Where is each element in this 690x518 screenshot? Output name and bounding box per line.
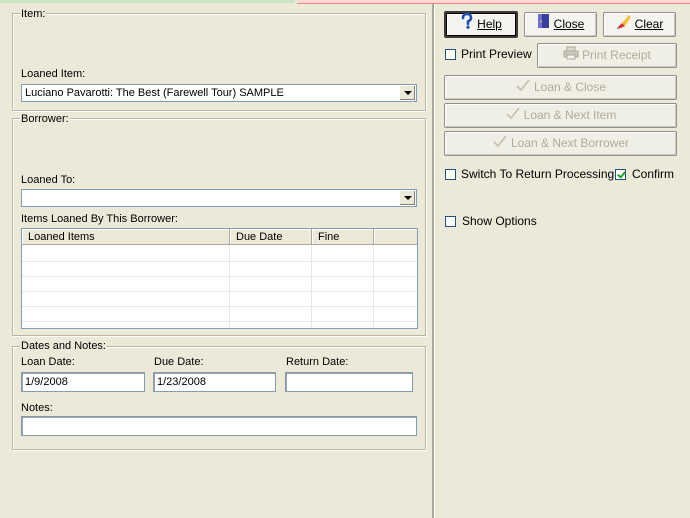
top-status-strip: [0, 0, 690, 4]
items-loaned-label: Items Loaned By This Borrower:: [21, 213, 178, 225]
loan-next-borrower-button[interactable]: Loan & Next Borrower: [444, 131, 677, 156]
chevron-down-icon[interactable]: [399, 86, 415, 100]
borrower-group-title: Borrower:: [20, 113, 70, 125]
loaned-item-label: Loaned Item:: [21, 68, 86, 80]
dates-notes-group-title: Dates and Notes:: [20, 340, 107, 352]
loaned-to-label: Loaned To:: [21, 174, 76, 186]
switch-return-label: Switch To Return Processing: [461, 167, 615, 181]
door-icon: [537, 13, 551, 36]
items-loaned-grid[interactable]: Loaned Items Due Date Fine: [21, 228, 418, 329]
grid-column-line: [311, 245, 312, 328]
show-options-label: Show Options: [462, 214, 537, 228]
status-strip-right: [297, 0, 690, 4]
printer-icon: [563, 45, 579, 67]
close-button-label: Close: [553, 17, 585, 31]
column-header-loaned-items[interactable]: Loaned Items: [22, 229, 230, 245]
loan-next-item-label: Loan & Next Item: [523, 108, 617, 122]
loan-date-label: Loan Date:: [21, 356, 75, 368]
column-header-blank: [374, 229, 417, 245]
panel-divider: [432, 4, 434, 518]
chevron-down-icon[interactable]: [399, 191, 415, 205]
loan-close-label: Loan & Close: [533, 80, 607, 94]
loaned-to-combo[interactable]: [21, 189, 417, 207]
loan-close-button[interactable]: Loan & Close: [444, 75, 677, 100]
grid-row-line: [22, 306, 417, 307]
column-header-fine[interactable]: Fine: [312, 229, 374, 245]
grid-row-line: [22, 261, 417, 262]
eraser-brush-icon: [616, 13, 632, 36]
grid-column-line: [373, 245, 374, 328]
notes-field[interactable]: [21, 416, 417, 436]
confirm-label: Confirm: [632, 167, 675, 181]
item-group-title: Item:: [20, 8, 47, 20]
grid-row-line: [22, 291, 417, 292]
show-options-checkbox[interactable]: [445, 216, 456, 227]
notes-label: Notes:: [21, 402, 53, 414]
loan-date-field[interactable]: 1/9/2008: [21, 372, 145, 392]
print-preview-checkbox[interactable]: [445, 49, 456, 60]
loaned-item-combo[interactable]: Luciano Pavarotti: The Best (Farewell To…: [21, 84, 417, 102]
help-button[interactable]: Help: [444, 11, 518, 38]
due-date-label: Due Date:: [154, 356, 204, 368]
help-button-label: Help: [477, 17, 502, 31]
checkmark-icon: [515, 77, 531, 99]
checkmark-icon: [492, 133, 508, 155]
return-date-label: Return Date:: [286, 356, 349, 368]
print-preview-label: Print Preview: [461, 47, 532, 61]
loan-next-borrower-label: Loan & Next Borrower: [510, 136, 630, 150]
print-receipt-button[interactable]: Print Receipt: [537, 43, 677, 68]
column-header-due-date[interactable]: Due Date: [230, 229, 312, 245]
switch-return-checkbox[interactable]: [445, 169, 456, 180]
print-receipt-label: Print Receipt: [582, 48, 651, 62]
loan-next-item-button[interactable]: Loan & Next Item: [444, 103, 677, 128]
checkmark-icon: [505, 105, 521, 127]
clear-button-label: Clear: [634, 17, 664, 31]
return-date-field[interactable]: [285, 372, 413, 392]
confirm-checkbox[interactable]: [615, 169, 626, 180]
status-strip-left: [0, 0, 295, 3]
clear-button[interactable]: Clear: [603, 12, 676, 37]
grid-column-line: [229, 245, 230, 328]
question-mark-icon: [460, 13, 474, 36]
close-button[interactable]: Close: [524, 12, 597, 37]
due-date-field[interactable]: 1/23/2008: [153, 372, 276, 392]
loaned-item-value: Luciano Pavarotti: The Best (Farewell To…: [25, 87, 284, 99]
grid-row-line: [22, 321, 417, 322]
grid-row-line: [22, 276, 417, 277]
